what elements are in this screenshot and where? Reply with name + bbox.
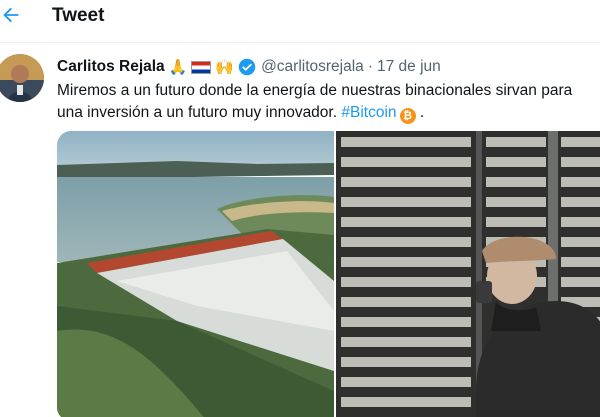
tweet-media[interactable]	[57, 131, 600, 417]
tweet-date[interactable]: 17 de jun	[377, 58, 441, 76]
page-title: Tweet	[52, 5, 105, 26]
raised-hands-emoji-icon: 🙌	[215, 58, 235, 76]
header-divider	[0, 42, 600, 43]
bitcoin-icon: ₿	[399, 108, 416, 124]
author-handle[interactable]: @carlitosrejala	[261, 58, 364, 76]
tweet-text: Miremos a un futuro donde la energía de …	[57, 80, 600, 124]
tweet-text-line-2: una inversión a un futuro muy innovador.…	[57, 102, 600, 124]
avatar-image	[0, 54, 44, 102]
tweet-text-end: .	[419, 104, 425, 121]
tweet-text-line-1: Miremos a un futuro donde la energía de …	[57, 82, 573, 99]
author-emojis: 🙏 🙌	[169, 58, 234, 76]
pray-emoji-icon: 🙏	[168, 58, 188, 76]
bitcoin-mining-farm-photo[interactable]	[336, 131, 600, 417]
author-display-name[interactable]: Carlitos Rejala	[57, 58, 165, 76]
tweet-header: Tweet	[0, 0, 600, 40]
arrow-left-icon[interactable]	[0, 4, 22, 26]
tweet-text-line-2-prefix: una inversión a un futuro muy innovador.	[57, 104, 338, 121]
paraguay-flag-icon	[191, 60, 212, 74]
tweet-author-row: Carlitos Rejala 🙏 🙌 @carlitosrejala · 17…	[57, 56, 441, 78]
avatar[interactable]	[0, 54, 44, 102]
hashtag-bitcoin[interactable]: #Bitcoin	[341, 104, 396, 121]
verified-badge-icon	[238, 58, 256, 76]
meta-separator: ·	[367, 58, 373, 75]
dam-spillway-photo[interactable]	[57, 131, 334, 417]
